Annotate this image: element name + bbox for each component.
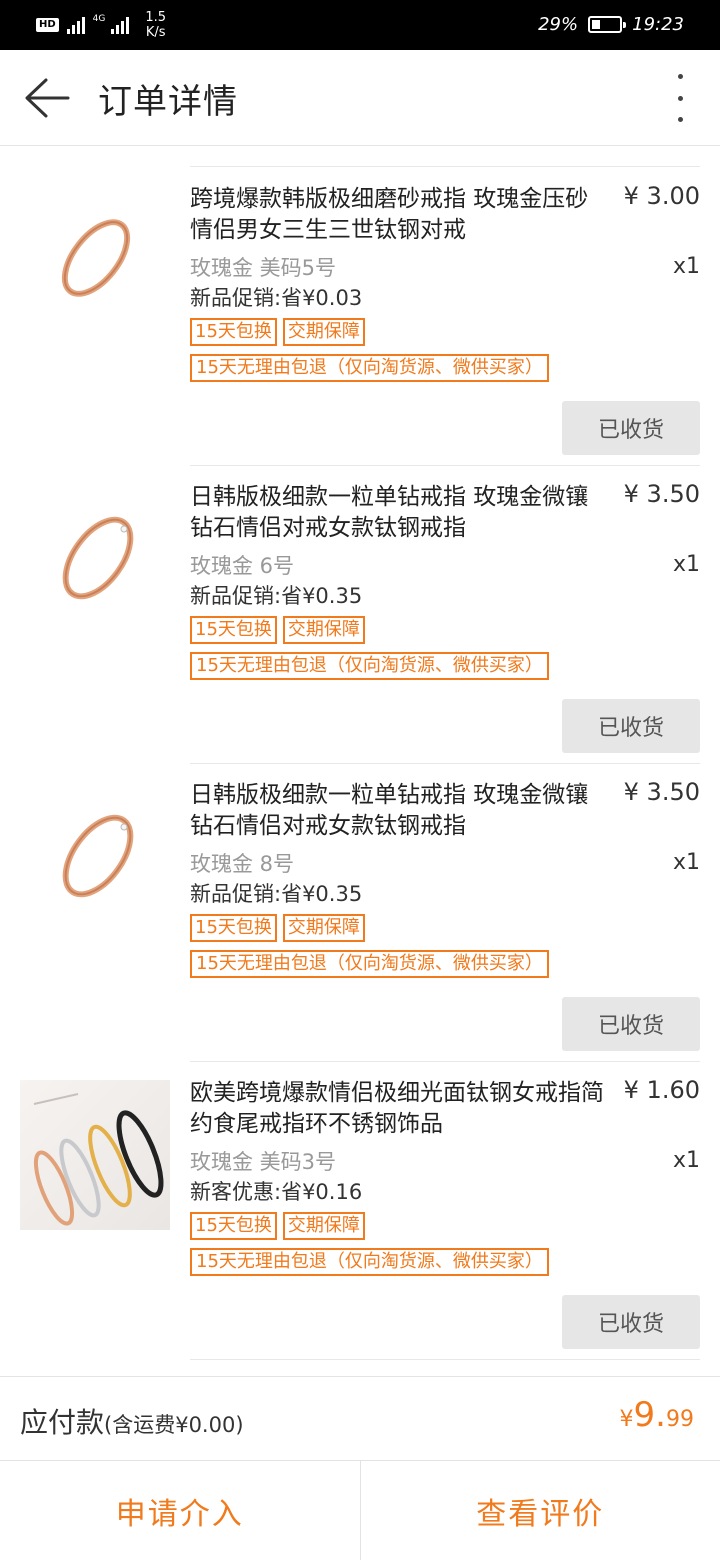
signal-icon	[66, 16, 85, 34]
promo-text: 新品促销:省¥0.35	[190, 882, 363, 906]
amount-decimal: 99	[666, 1407, 694, 1432]
tag-delivery: 交期保障	[282, 1212, 365, 1240]
tag-exchange: 15天包换	[190, 318, 277, 346]
product-name[interactable]: 日韩版极细款一粒单钻戒指 玫瑰金微镶钻石情侣对戒女款钛钢戒指	[190, 780, 610, 842]
product-quantity: x1	[672, 254, 700, 279]
bottom-actions: 申请介入 查看评价	[0, 1460, 720, 1560]
back-arrow-icon	[25, 78, 70, 118]
product-sku: 玫瑰金 美码5号	[190, 256, 337, 280]
tag-exchange: 15天包换	[190, 1212, 277, 1240]
tag-exchange: 15天包换	[190, 616, 277, 644]
hd-indicator: HD	[36, 18, 59, 32]
back-button[interactable]	[22, 76, 72, 120]
amount-integer: 9.	[633, 1395, 666, 1435]
tag-exchange: 15天包换	[190, 914, 277, 942]
battery-percent: 29%	[538, 14, 579, 35]
promo-text: 新品促销:省¥0.35	[190, 584, 363, 608]
clock: 19:23	[632, 14, 684, 35]
order-item[interactable]: 日韩版极细款一粒单钻戒指 玫瑰金微镶钻石情侣对戒女款钛钢戒指 ¥ 3.50 x1…	[0, 466, 720, 764]
product-image	[20, 484, 170, 634]
more-dot-icon	[677, 117, 683, 122]
speed-value: 1.5	[145, 10, 167, 25]
tag-return: 15天无理由包退（仅向淘货源、微供买家）	[190, 652, 549, 680]
more-dot-icon	[677, 95, 683, 101]
signal-icon-2	[111, 16, 130, 34]
received-button[interactable]: 已收货	[562, 1295, 700, 1349]
promo-text: 新品促销:省¥0.03	[190, 286, 363, 310]
product-image	[20, 186, 170, 336]
product-image	[20, 782, 170, 932]
order-item[interactable]: 跨境爆款韩版极细磨砂戒指 玫瑰金压砂情侣男女三生三世钛钢对戒 ¥ 3.00 x1…	[0, 168, 720, 466]
more-dot-icon	[677, 74, 683, 79]
product-price: ¥ 3.00	[623, 182, 700, 210]
divider	[190, 1359, 700, 1360]
divider	[190, 166, 700, 167]
total-amount: ¥9.99	[620, 1395, 694, 1435]
tag-delivery: 交期保障	[282, 616, 365, 644]
battery-icon	[588, 16, 627, 33]
product-sku: 玫瑰金 8号	[190, 852, 295, 876]
tag-return: 15天无理由包退（仅向淘货源、微供买家）	[190, 354, 549, 382]
app-header: 订单详情	[0, 50, 720, 146]
product-quantity: x1	[672, 1148, 700, 1173]
tag-delivery: 交期保障	[282, 914, 365, 942]
promo-text: 新客优惠:省¥0.16	[190, 1180, 363, 1204]
status-bar: HD 4G 1.5 K/s 29% 19:23	[0, 0, 720, 50]
network-speed: 1.5 K/s	[145, 10, 166, 40]
product-sku: 玫瑰金 美码3号	[190, 1150, 337, 1174]
view-review-button[interactable]: 查看评价	[359, 1461, 720, 1560]
speed-unit: K/s	[145, 25, 166, 40]
order-item[interactable]: 日韩版极细款一粒单钻戒指 玫瑰金微镶钻石情侣对戒女款钛钢戒指 ¥ 3.50 x1…	[0, 764, 720, 1062]
product-name[interactable]: 日韩版极细款一粒单钻戒指 玫瑰金微镶钻石情侣对戒女款钛钢戒指	[190, 482, 610, 544]
product-quantity: x1	[672, 552, 700, 577]
product-name[interactable]: 跨境爆款韩版极细磨砂戒指 玫瑰金压砂情侣男女三生三世钛钢对戒	[190, 184, 610, 246]
received-button[interactable]: 已收货	[562, 997, 700, 1051]
product-price: ¥ 1.60	[623, 1076, 700, 1104]
product-price: ¥ 3.50	[623, 778, 700, 806]
received-button[interactable]: 已收货	[562, 401, 700, 455]
total-label-text: 应付款	[20, 1406, 105, 1439]
received-button[interactable]: 已收货	[562, 699, 700, 753]
order-item[interactable]: 欧美跨境爆款情侣极细光面钛钢女戒指简约食尾戒指环不锈钢饰品 ¥ 1.60 x1 …	[0, 1062, 720, 1360]
total-label: 应付款(含运费¥0.00)	[20, 1401, 244, 1441]
product-sku: 玫瑰金 6号	[190, 554, 295, 578]
product-image	[20, 1080, 170, 1230]
apply-intervention-button[interactable]: 申请介入	[0, 1461, 360, 1560]
shipping-note: (含运费¥0.00)	[104, 1413, 244, 1437]
currency-symbol: ¥	[619, 1407, 634, 1432]
total-bar: 应付款(含运费¥0.00) ¥9.99	[0, 1376, 720, 1460]
page-title: 订单详情	[98, 82, 238, 122]
more-menu-button[interactable]	[674, 74, 686, 122]
tag-delivery: 交期保障	[282, 318, 365, 346]
tag-return: 15天无理由包退（仅向淘货源、微供买家）	[190, 950, 549, 978]
tag-return: 15天无理由包退（仅向淘货源、微供买家）	[190, 1248, 549, 1276]
product-price: ¥ 3.50	[623, 480, 700, 508]
product-name[interactable]: 欧美跨境爆款情侣极细光面钛钢女戒指简约食尾戒指环不锈钢饰品	[190, 1078, 610, 1140]
product-quantity: x1	[672, 850, 700, 875]
network-type: 4G	[92, 13, 106, 24]
